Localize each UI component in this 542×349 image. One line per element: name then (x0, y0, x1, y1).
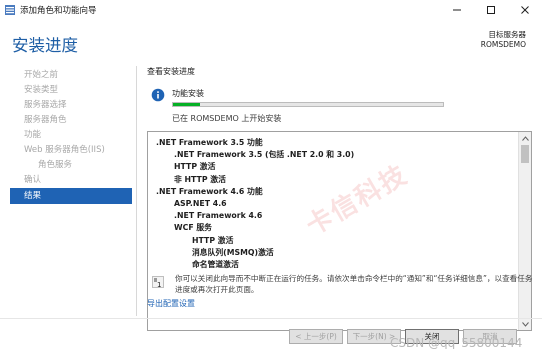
destination-server-name: ROMSDEMO (480, 40, 526, 49)
notice-message: 你可以关闭此向导而不中断正在运行的任务。请依次单击命令栏中的“通知”和“任务详细… (175, 274, 533, 294)
feature-list-box[interactable]: .NET Framework 3.5 功能 .NET Framework 3.5 … (147, 131, 532, 331)
chevron-down-icon (521, 321, 529, 327)
vertical-scrollbar[interactable] (518, 132, 531, 330)
maximize-icon (487, 6, 495, 14)
minimize-button[interactable] (440, 0, 474, 20)
nav-item-installation-type: 安装类型 (24, 85, 59, 95)
section-label: 查看安装进度 (147, 67, 195, 76)
notice-text: 你可以关闭此向导而不中断正在运行的任务。请依次单击命令栏中的“通知”和“任务详细… (175, 274, 535, 295)
progress-status: 已在 ROMSDEMO 上开始安装 (172, 114, 282, 123)
feature-item: 消息队列(MSMQ)激活 (192, 247, 274, 257)
wizard-header: 安装进度 目标服务器 ROMSDEMO (0, 20, 542, 60)
previous-button[interactable]: < 上一步(P) (289, 329, 343, 344)
feature-item: .NET Framework 3.5 (包括 .NET 2.0 和 3.0) (174, 150, 355, 160)
notice-number: 1 (157, 281, 162, 289)
feature-item: HTTP 激活 (174, 162, 216, 172)
feature-item: 非 HTTP 激活 (174, 174, 226, 184)
close-icon (521, 6, 529, 14)
nav-item-server-selection: 服务器选择 (24, 100, 67, 110)
nav-item-role-services: 角色服务 (38, 160, 73, 170)
nav-item-confirmation: 确认 (24, 175, 42, 185)
progress-fill (173, 103, 200, 106)
title-bar: 添加角色和功能向导 (0, 0, 542, 20)
wizard-nav: 开始之前 安装类型 服务器选择 服务器角色 功能 Web 服务器角色(IIS) … (10, 68, 132, 204)
footer-divider (0, 318, 542, 319)
window-controls (440, 0, 542, 20)
install-progress-bar (172, 102, 444, 107)
nav-item-results[interactable]: 结果 (10, 188, 132, 204)
minimize-icon (453, 9, 461, 11)
feature-item: .NET Framework 3.5 功能 (156, 138, 263, 147)
scroll-up-button[interactable] (519, 132, 531, 144)
destination-server-label: 目标服务器 (488, 30, 527, 39)
nav-item-web-server-role: Web 服务器角色(IIS) (24, 145, 105, 155)
wizard-app-icon (4, 4, 16, 16)
close-button[interactable] (508, 0, 542, 20)
nav-item-before-you-begin: 开始之前 (24, 70, 59, 80)
feature-item: 命名管道激活 (192, 259, 239, 269)
window-title: 添加角色和功能向导 (20, 6, 97, 16)
chevron-up-icon (521, 135, 529, 141)
nav-item-features: 功能 (24, 130, 42, 140)
maximize-button[interactable] (474, 0, 508, 20)
nav-item-server-roles: 服务器角色 (24, 115, 67, 125)
install-status-title: 功能安装 (172, 89, 204, 98)
csdn-watermark: CSDN @qq_55800144 (390, 336, 523, 349)
info-icon (151, 88, 165, 102)
page-title: 安装进度 (12, 36, 78, 55)
nav-divider (136, 66, 137, 316)
scroll-down-button[interactable] (519, 318, 531, 330)
export-configuration-link[interactable]: 导出配置设置 (147, 298, 195, 309)
scroll-thumb[interactable] (521, 145, 529, 163)
